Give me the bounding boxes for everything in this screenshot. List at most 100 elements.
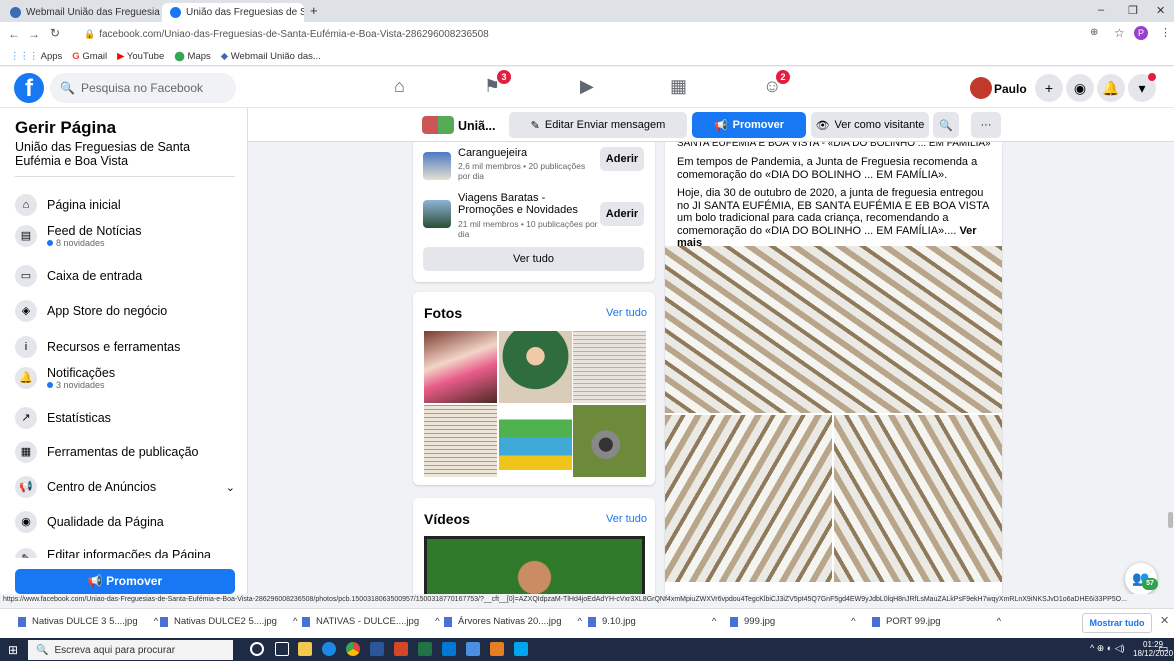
photo-thumbnail[interactable] — [499, 331, 572, 403]
sidebar-item-insights[interactable]: ↗ Estatísticas — [15, 407, 111, 429]
more-options-button[interactable]: ··· — [971, 112, 1001, 138]
page-search-button[interactable]: 🔍 — [933, 112, 959, 138]
tab-facebook[interactable]: União das Freguesias de Santa E... ✕ — [162, 3, 304, 22]
chevron-up-icon[interactable]: ^ — [578, 616, 582, 627]
page-short-name[interactable]: Uniã... — [458, 119, 496, 133]
sidebar-item-page-quality[interactable]: ◉ Qualidade da Página — [15, 511, 164, 533]
page-logo[interactable] — [422, 116, 454, 134]
join-group-button[interactable]: Aderir — [600, 147, 644, 171]
paint-icon[interactable] — [514, 642, 528, 656]
zoom-icon[interactable]: ⊕ — [1090, 27, 1098, 38]
edge-icon[interactable] — [322, 642, 336, 656]
photo-thumbnail[interactable] — [499, 405, 572, 477]
app-icon[interactable] — [490, 642, 504, 656]
download-item[interactable]: 999.jpg ^ — [730, 616, 856, 627]
star-icon[interactable]: ☆ — [1114, 26, 1125, 40]
chrome-icon[interactable] — [346, 642, 360, 656]
home-icon[interactable]: ⌂ — [394, 76, 405, 97]
post-photo[interactable] — [665, 246, 1002, 413]
photo-thumbnail[interactable] — [573, 331, 646, 403]
page-name[interactable]: União das Freguesias de Santa Eufémia e … — [15, 140, 235, 168]
chevron-up-icon[interactable]: ^ — [712, 616, 716, 627]
excel-icon[interactable] — [418, 642, 432, 656]
messenger-icon[interactable]: ◉ — [1066, 74, 1094, 102]
reload-icon[interactable]: ↻ — [50, 26, 60, 40]
close-downloads-icon[interactable]: ✕ — [1160, 614, 1169, 627]
facebook-logo-icon[interactable]: f — [14, 73, 44, 103]
group-image[interactable] — [423, 152, 451, 180]
create-icon[interactable]: + — [1035, 74, 1063, 102]
download-item[interactable]: Nativas DULCE 3 5....jpg ^ — [18, 616, 158, 627]
bookmark-maps[interactable]: ⬤ Maps — [174, 51, 211, 62]
bookmark-youtube[interactable]: ▶ YouTube — [117, 51, 164, 62]
photo-thumbnail[interactable] — [424, 331, 497, 403]
photos-app-icon[interactable] — [466, 642, 480, 656]
tab-webmail[interactable]: Webmail União das Freguesias de... ✕ — [2, 3, 160, 22]
marketplace-icon[interactable]: ▦ — [670, 76, 687, 97]
chevron-up-icon[interactable]: ^ — [293, 616, 297, 627]
show-all-downloads-button[interactable]: Mostrar tudo — [1082, 613, 1152, 633]
menu-icon[interactable]: ⋮ — [1160, 26, 1171, 39]
join-group-button[interactable]: Aderir — [600, 202, 644, 226]
photo-thumbnail[interactable] — [424, 405, 497, 477]
video-thumbnail[interactable] — [424, 536, 645, 594]
promote-toolbar-button[interactable]: 📢 Promover — [692, 112, 806, 138]
sidebar-item-resources[interactable]: i Recursos e ferramentas — [15, 336, 180, 358]
minimize-icon[interactable]: – — [1098, 4, 1104, 16]
sidebar-item-publishing-tools[interactable]: ▦ Ferramentas de publicação — [15, 441, 198, 463]
sidebar-item-edit-info[interactable]: ✎ Editar informações da Página — [15, 548, 211, 558]
group-image[interactable] — [423, 200, 451, 228]
download-item[interactable]: 9.10.jpg ^ — [588, 616, 716, 627]
promote-button[interactable]: 📢 Promover — [15, 569, 235, 594]
new-tab-button[interactable]: + — [310, 3, 318, 18]
edit-send-message-button[interactable]: ✎ Editar Enviar mensagem — [509, 112, 687, 138]
view-as-visitor-button[interactable]: 👁 Ver como visitante — [811, 112, 929, 138]
bookmark-webmail[interactable]: ◆ Webmail União das... — [221, 51, 321, 62]
restore-icon[interactable]: ❐ — [1128, 4, 1138, 17]
chevron-up-icon[interactable]: ^ — [435, 616, 439, 627]
group-name[interactable]: Viagens Baratas - Promoções e Novidades — [458, 192, 598, 216]
bell-icon[interactable]: 🔔 — [1097, 74, 1125, 102]
sidebar-item-news-feed[interactable]: ▤ Feed de Notícias 8 novidades — [15, 224, 142, 248]
word-icon[interactable] — [370, 642, 384, 656]
chevron-up-icon[interactable]: ^ — [997, 616, 1001, 627]
chevron-up-icon[interactable]: ^ — [851, 616, 855, 627]
bookmark-gmail[interactable]: G Gmail — [72, 51, 107, 62]
window-close-icon[interactable]: ✕ — [1156, 4, 1165, 17]
back-icon[interactable]: ← — [8, 27, 20, 41]
sidebar-item-notifications[interactable]: 🔔 Notificações 3 novidades — [15, 366, 115, 390]
mail-icon[interactable] — [442, 642, 456, 656]
scrollbar-thumb[interactable] — [1168, 512, 1173, 528]
sidebar-item-app-store[interactable]: ◈ App Store do negócio — [15, 300, 167, 322]
url-field[interactable]: 🔒 facebook.com/Uniao-das-Freguesias-de-S… — [84, 25, 1084, 44]
forward-icon[interactable]: → — [28, 27, 40, 41]
search-input[interactable]: 🔍 Pesquisa no Facebook — [50, 73, 236, 103]
download-item[interactable]: PORT 99.jpg ^ — [872, 616, 1001, 627]
bookmark-apps[interactable]: ⋮⋮⋮ Apps — [10, 51, 62, 62]
download-item[interactable]: Nativas DULCE2 5....jpg ^ — [160, 616, 297, 627]
taskbar-search-input[interactable]: 🔍 Escreva aqui para procurar — [28, 640, 233, 660]
post-photo[interactable] — [834, 415, 1002, 582]
chevron-down-icon[interactable]: ⌄ — [226, 481, 235, 494]
system-tray-icons[interactable]: ^ ⊕ ◐ ◁) — [1090, 643, 1125, 654]
user-avatar[interactable] — [970, 77, 992, 99]
photos-see-all-link[interactable]: Ver tudo — [606, 307, 647, 319]
download-item[interactable]: NATIVAS - DULCE....jpg ^ — [302, 616, 440, 627]
download-item[interactable]: Árvores Nativas 20....jpg ^ — [444, 616, 582, 627]
sidebar-item-ad-center[interactable]: 📢 Centro de Anúncios ⌄ — [15, 476, 235, 498]
group-name[interactable]: Caranguejeira — [458, 147, 598, 159]
chevron-up-icon[interactable]: ^ — [154, 616, 158, 627]
powerpoint-icon[interactable] — [394, 642, 408, 656]
windows-start-icon[interactable]: ⊞ — [8, 643, 18, 657]
file-explorer-icon[interactable] — [298, 642, 312, 656]
notification-center-icon[interactable]: ▭ — [1158, 642, 1168, 655]
sidebar-item-home[interactable]: ⌂ Página inicial — [15, 194, 121, 216]
videos-see-all-link[interactable]: Ver tudo — [606, 513, 647, 525]
post-photo[interactable] — [665, 415, 832, 582]
watch-icon[interactable]: ▶ — [580, 76, 594, 97]
sidebar-item-inbox[interactable]: ▭ Caixa de entrada — [15, 265, 142, 287]
cortana-icon[interactable] — [250, 642, 264, 656]
photo-thumbnail[interactable] — [573, 405, 646, 477]
see-all-groups-button[interactable]: Ver tudo — [423, 247, 644, 271]
task-view-icon[interactable] — [275, 642, 289, 656]
